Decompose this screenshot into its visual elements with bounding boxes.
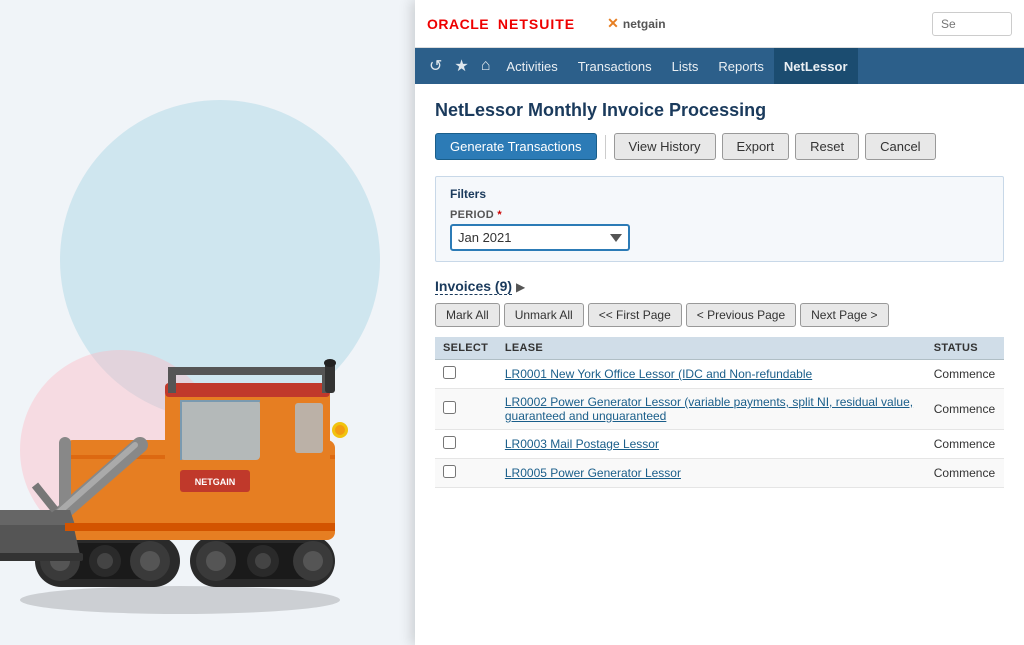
row-1-select — [435, 360, 497, 389]
invoices-arrow-icon: ▶ — [516, 280, 525, 294]
nav-activities[interactable]: Activities — [496, 48, 567, 84]
row-3-lease: LR0003 Mail Postage Lessor — [497, 430, 926, 459]
invoices-table: SELECT LEASE STATUS LR0001 New York Offi… — [435, 337, 1004, 488]
invoices-section: Invoices (9) ▶ Mark All Unmark All << Fi… — [435, 278, 1004, 488]
required-indicator: * — [497, 209, 502, 221]
row-4-lease-link[interactable]: LR0005 Power Generator Lessor — [505, 466, 681, 480]
row-3-lease-link[interactable]: LR0003 Mail Postage Lessor — [505, 437, 659, 451]
table-row: LR0005 Power Generator Lessor Commence — [435, 459, 1004, 488]
row-3-select — [435, 430, 497, 459]
star-icon[interactable]: ★ — [454, 56, 468, 76]
nav-reports[interactable]: Reports — [708, 48, 774, 84]
row-1-lease-link[interactable]: LR0001 New York Office Lessor (IDC and N… — [505, 367, 812, 381]
col-lease: LEASE — [497, 337, 926, 360]
search-input[interactable] — [932, 12, 1012, 36]
page-content: NetLessor Monthly Invoice Processing Gen… — [415, 84, 1024, 645]
table-row: LR0001 New York Office Lessor (IDC and N… — [435, 360, 1004, 389]
period-label: PERIOD * — [450, 209, 989, 221]
pagination-buttons: Mark All Unmark All << First Page < Prev… — [435, 303, 1004, 327]
row-1-checkbox[interactable] — [443, 366, 456, 379]
filters-section: Filters PERIOD * Jan 2021 Feb 2021 Mar 2… — [435, 176, 1004, 262]
row-3-checkbox[interactable] — [443, 436, 456, 449]
generate-transactions-button[interactable]: Generate Transactions — [435, 133, 597, 160]
action-buttons: Generate Transactions View History Expor… — [435, 133, 1004, 160]
reset-button[interactable]: Reset — [795, 133, 859, 160]
table-header-row: SELECT LEASE STATUS — [435, 337, 1004, 360]
home-icon[interactable]: ⌂ — [481, 57, 491, 75]
period-filter-field: PERIOD * Jan 2021 Feb 2021 Mar 2021 Dec … — [450, 209, 989, 251]
main-panel: ORACLE NETSUITE ✕ netgain ↺ ★ ⌂ Activiti… — [415, 0, 1024, 645]
nav-lists[interactable]: Lists — [662, 48, 709, 84]
first-page-button[interactable]: << First Page — [588, 303, 682, 327]
row-3-status: Commence — [926, 430, 1004, 459]
view-history-button[interactable]: View History — [614, 133, 716, 160]
filters-title: Filters — [450, 187, 989, 201]
nav-transactions[interactable]: Transactions — [568, 48, 662, 84]
netgain-icon: ✕ — [607, 15, 619, 32]
netsuite-text: NETSUITE — [498, 16, 575, 32]
row-2-lease: LR0002 Power Generator Lessor (variable … — [497, 389, 926, 430]
oracle-text: ORACLE — [427, 16, 489, 32]
row-4-lease: LR0005 Power Generator Lessor — [497, 459, 926, 488]
row-4-status: Commence — [926, 459, 1004, 488]
netgain-logo: ✕ netgain — [607, 15, 665, 32]
row-1-status: Commence — [926, 360, 1004, 389]
page-title: NetLessor Monthly Invoice Processing — [435, 100, 1004, 121]
top-bar: ORACLE NETSUITE ✕ netgain — [415, 0, 1024, 48]
row-2-lease-link[interactable]: LR0002 Power Generator Lessor (variable … — [505, 395, 913, 423]
row-2-checkbox[interactable] — [443, 401, 456, 414]
col-status: STATUS — [926, 337, 1004, 360]
cancel-button[interactable]: Cancel — [865, 133, 935, 160]
netgain-label: netgain — [623, 17, 666, 31]
invoices-title: Invoices (9) — [435, 278, 512, 295]
invoices-header: Invoices (9) ▶ — [435, 278, 1004, 295]
unmark-all-button[interactable]: Unmark All — [504, 303, 584, 327]
history-icon[interactable]: ↺ — [429, 56, 442, 76]
nav-netlessor[interactable]: NetLessor — [774, 48, 858, 84]
row-4-select — [435, 459, 497, 488]
table-row: LR0002 Power Generator Lessor (variable … — [435, 389, 1004, 430]
svg-text:NETGAIN: NETGAIN — [195, 477, 236, 487]
next-page-button[interactable]: Next Page > — [800, 303, 888, 327]
background-illustration: NETGAIN — [0, 0, 420, 645]
mark-all-button[interactable]: Mark All — [435, 303, 500, 327]
row-1-lease: LR0001 New York Office Lessor (IDC and N… — [497, 360, 926, 389]
oracle-logo: ORACLE NETSUITE — [427, 16, 575, 32]
row-4-checkbox[interactable] — [443, 465, 456, 478]
export-button[interactable]: Export — [722, 133, 790, 160]
row-2-select — [435, 389, 497, 430]
prev-page-button[interactable]: < Previous Page — [686, 303, 796, 327]
table-row: LR0003 Mail Postage Lessor Commence — [435, 430, 1004, 459]
col-select: SELECT — [435, 337, 497, 360]
loader-image: NETGAIN — [0, 245, 400, 625]
nav-bar: ↺ ★ ⌂ Activities Transactions Lists Repo… — [415, 48, 1024, 84]
period-select[interactable]: Jan 2021 Feb 2021 Mar 2021 Dec 2020 — [450, 224, 630, 251]
button-separator — [605, 135, 606, 159]
row-2-status: Commence — [926, 389, 1004, 430]
